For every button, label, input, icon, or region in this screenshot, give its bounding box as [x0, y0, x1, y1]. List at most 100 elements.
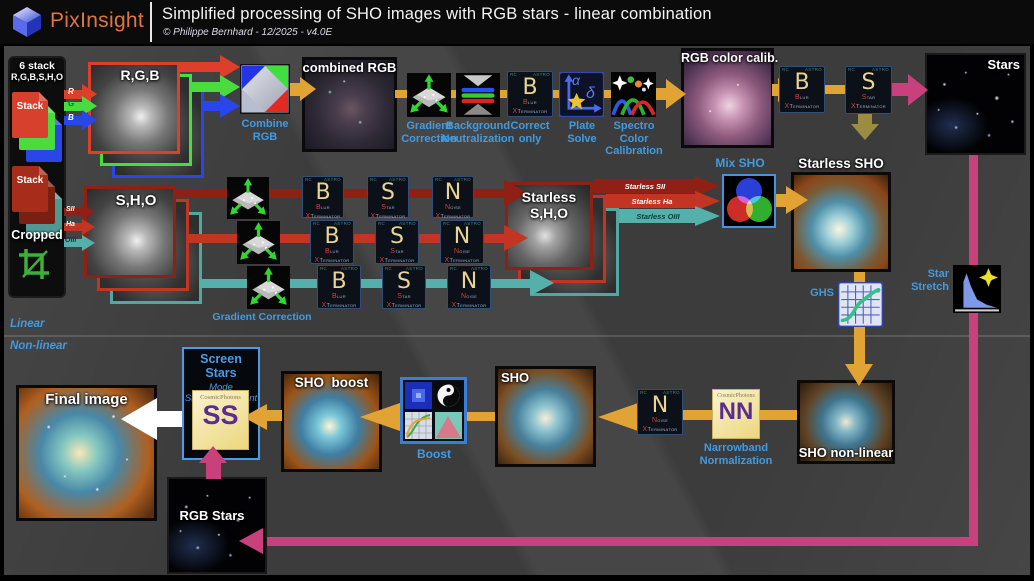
blurx-name: Blur — [325, 248, 339, 257]
noisex-letter: N — [454, 226, 470, 248]
blurx-suffix: XTerminator — [785, 103, 820, 112]
blurxterminator-icon-oiii: RCASTRO B BlurXTerminator — [317, 265, 361, 309]
blurx-letter: B — [324, 226, 339, 248]
astro-corner-label: ASTRO — [533, 73, 550, 78]
noisex-letter: N — [445, 182, 461, 204]
astro-corner-label: ASTRO — [389, 178, 406, 183]
stars-label: Stars — [925, 57, 1020, 72]
starxterminator-icon-sii: RCASTRO S StarXTerminator — [367, 176, 409, 218]
arrow-spectro-to-rgb-calib-head — [666, 79, 686, 109]
starx-name: Star — [381, 204, 395, 213]
ghs-label: GHS — [798, 287, 834, 300]
combine-rgb-label: Combine RGB — [225, 118, 305, 143]
boost-label: Boost — [408, 448, 460, 462]
noisex-suffix: XTerminator — [643, 426, 678, 435]
astro-corner-label: ASTRO — [464, 222, 481, 227]
starx-name: Star — [862, 94, 876, 103]
sho-boost-label: SHO boost — [281, 375, 382, 390]
channel-label-g: G — [68, 99, 74, 108]
blurx-name: Blur — [316, 204, 330, 213]
channel-label-oiii: OIII — [65, 237, 76, 244]
combine-rgb-icon — [240, 64, 290, 114]
nn-letters: NN — [719, 399, 754, 425]
ghs-icon — [838, 282, 883, 327]
astro-corner-label: ASTRO — [471, 267, 488, 272]
astro-corner-label: ASTRO — [872, 68, 889, 73]
starxterminator-icon-ha: RCASTRO S StarXTerminator — [375, 220, 419, 264]
star-stretch-label-1: Star — [905, 268, 949, 281]
starless-label-2: S,H,O — [530, 205, 568, 221]
gradient-correction-icon — [407, 73, 451, 117]
background-neutralization-icon — [456, 73, 500, 117]
ss-letters: SS — [202, 401, 238, 431]
blurx-suffix: XTerminator — [322, 302, 357, 311]
astro-corner-label: ASTRO — [406, 267, 423, 272]
rc-corner-label: RC — [782, 68, 789, 73]
narrowband-normalization-label: Narrowband Normalization — [683, 442, 789, 467]
rc-corner-label: RC — [320, 267, 327, 272]
rc-corner-label: RC — [313, 222, 320, 227]
starx-suffix: XTerminator — [851, 103, 886, 112]
spectro-label-2: Color — [596, 133, 672, 146]
narrowband-label-2: Normalization — [683, 455, 789, 468]
noisex-name: Noise — [652, 417, 668, 426]
rgb-stars-image — [167, 477, 267, 574]
section-label-linear: Linear — [10, 318, 45, 331]
blurx-letter: B — [522, 77, 537, 99]
arrow-b-to-combine — [201, 101, 222, 111]
arrow-b-to-combine-head — [220, 94, 240, 118]
noisex-suffix: XTerminator — [452, 302, 487, 311]
arrow-r-channel — [64, 90, 84, 99]
connector-nn-to-noisex — [683, 410, 712, 420]
starxterminator-icon-oiii: RCASTRO S StarXTerminator — [382, 265, 426, 309]
blurx-name: Blur — [795, 94, 809, 103]
gradient-correction-icon-ha — [237, 221, 280, 264]
blurx-name: Blur — [332, 293, 346, 302]
line-oiii-row-head — [530, 270, 554, 296]
arrow-rgb-stars-to-screen-stars — [206, 462, 221, 479]
crop-icon — [16, 246, 52, 282]
cropped-label: Cropped — [8, 228, 66, 242]
line-ha-row-head — [504, 225, 528, 251]
arrow-starless-sho-down-head — [845, 364, 873, 386]
starx-letter: S — [381, 182, 395, 204]
header-divider — [150, 2, 152, 42]
starx-name: Star — [390, 248, 404, 257]
sho-image-label: S,H,O — [96, 192, 176, 209]
blurx-name: Blur — [523, 99, 537, 108]
mix-sho-label: Mix SHO — [700, 157, 780, 171]
astro-corner-label: ASTRO — [324, 178, 341, 183]
line-bottom-pink — [262, 537, 973, 546]
rc-corner-label: RC — [435, 178, 442, 183]
rc-corner-label: RC — [510, 73, 517, 78]
correct-only-label-1: Correct — [506, 120, 554, 133]
gradient-correction-icon-oiii — [247, 266, 290, 309]
noisexterminator-icon-final: RCASTRO N NoiseXTerminator — [637, 389, 683, 435]
astro-corner-label: ASTRO — [341, 267, 358, 272]
channel-label-r: R — [68, 87, 74, 96]
correct-only-label: Correct only — [506, 120, 554, 145]
spectro-label-3: Calibration — [596, 145, 672, 158]
arrow-combine-to-combined-rgb-head — [300, 77, 316, 101]
blurx-letter: B — [315, 182, 330, 204]
star-stretch-icon — [953, 265, 1001, 313]
connector-blurx-starx — [823, 85, 847, 94]
gradient-correction-icon-sii — [227, 177, 269, 219]
band-starless-oiii-label: Starless OIII — [621, 212, 695, 221]
pixinsight-logo-text: PixInsight — [50, 9, 144, 33]
noisex-name: Noise — [454, 248, 470, 257]
narrowband-label-1: Narrowband — [683, 442, 789, 455]
delta-glyph: δ — [586, 85, 595, 103]
arrow-g-to-combine — [189, 82, 222, 92]
noisex-letter: N — [652, 395, 668, 417]
arrow-mixsho-to-starless-sho-head — [786, 186, 808, 214]
blurxterminator-icon: RC ASTRO B Blur XTerminator — [507, 71, 553, 117]
blurxterminator-icon-ha: RCASTRO B BlurXTerminator — [310, 220, 354, 264]
correct-only-label-2: only — [506, 133, 554, 146]
starless-sho-label: Starless SHO — [791, 156, 891, 171]
rc-corner-label: RC — [848, 68, 855, 73]
noisex-name: Noise — [445, 204, 461, 213]
rc-corner-label: RC — [385, 267, 392, 272]
channel-label-b: B — [68, 113, 74, 122]
header-bar: PixInsight Simplified processing of SHO … — [0, 0, 1034, 44]
